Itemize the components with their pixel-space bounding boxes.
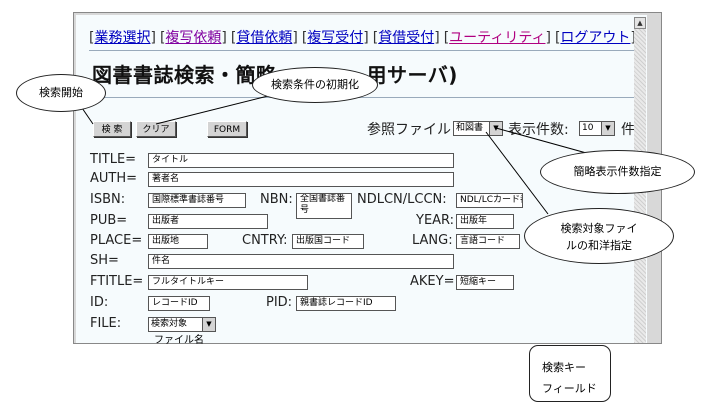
callout-target-file-line2: ルの和洋指定 [566, 239, 632, 252]
callout-target-file: 検索対象ファイ ルの和洋指定 [524, 208, 674, 264]
callout-reset-conditions: 検索条件の初期化 [252, 67, 378, 103]
callout-search-start: 検索開始 [16, 74, 106, 112]
search-key-note-box: 検索キー フィールド [529, 345, 611, 402]
pointer-reset [155, 95, 269, 125]
callout-target-file-line1: 検索対象ファイ [560, 222, 638, 235]
pointer-display-count [495, 127, 591, 155]
search-key-line1: 検索キー [542, 361, 586, 374]
pointer-target-file [485, 131, 549, 215]
callout-display-count: 簡略表示件数指定 [540, 150, 695, 194]
search-key-line2: フィールド [542, 382, 597, 395]
